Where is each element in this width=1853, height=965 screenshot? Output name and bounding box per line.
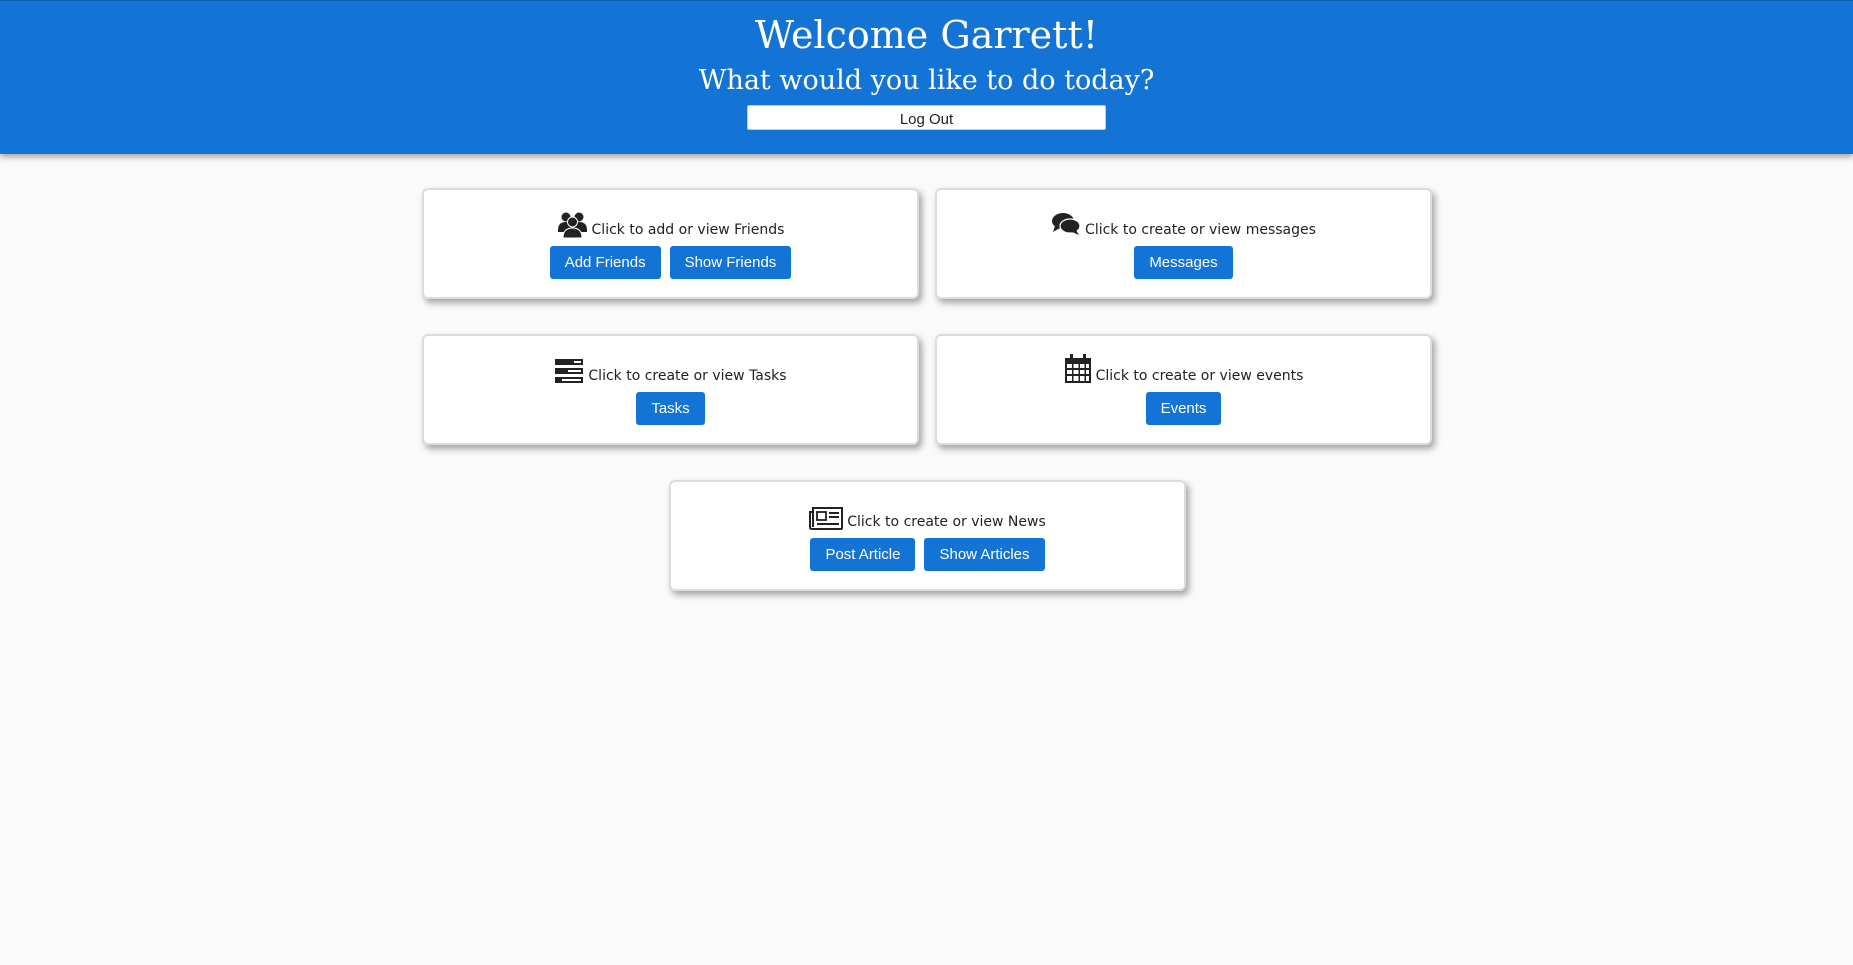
tasks-card-title: Click to create or view Tasks: [424, 354, 917, 384]
news-button-row: Post Article Show Articles: [671, 538, 1184, 571]
tasks-button[interactable]: Tasks: [636, 392, 705, 425]
welcome-heading: Welcome Garrett!: [754, 13, 1098, 57]
friends-card-text: Click to add or view Friends: [591, 222, 785, 238]
messages-card: Click to create or view messages Message…: [935, 188, 1432, 299]
messages-button[interactable]: Messages: [1134, 246, 1233, 279]
users-icon: [557, 210, 588, 238]
events-card: Click to create or view events Events: [935, 334, 1432, 445]
news-card: Click to create or view News Post Articl…: [669, 480, 1186, 591]
post-article-button[interactable]: Post Article: [810, 538, 916, 571]
calendar-icon: [1064, 354, 1092, 384]
tasks-card: Click to create or view Tasks Tasks: [422, 334, 919, 445]
messages-button-row: Messages: [937, 246, 1430, 279]
add-friends-button[interactable]: Add Friends: [549, 246, 661, 279]
events-card-text: Click to create or view events: [1095, 368, 1304, 384]
logout-button[interactable]: Log Out: [747, 105, 1106, 130]
comments-icon: [1051, 212, 1081, 238]
messages-card-text: Click to create or view messages: [1085, 222, 1316, 238]
news-card-text: Click to create or view News: [847, 514, 1046, 530]
tasks-card-text: Click to create or view Tasks: [588, 368, 787, 384]
events-button-row: Events: [937, 392, 1430, 425]
events-card-title: Click to create or view events: [937, 354, 1430, 384]
friends-button-row: Add Friends Show Friends: [424, 246, 917, 279]
header-banner: Welcome Garrett! What would you like to …: [0, 0, 1853, 154]
events-button[interactable]: Events: [1145, 392, 1222, 425]
newspaper-icon: [809, 506, 844, 530]
messages-card-title: Click to create or view messages: [937, 208, 1430, 238]
tasks-icon: [554, 358, 584, 384]
friends-card: Click to add or view Friends Add Friends…: [422, 188, 919, 299]
show-friends-button[interactable]: Show Friends: [669, 246, 792, 279]
show-articles-button[interactable]: Show Articles: [924, 538, 1045, 571]
subtitle-heading: What would you like to do today?: [698, 65, 1155, 96]
friends-card-title: Click to add or view Friends: [424, 208, 917, 238]
news-card-title: Click to create or view News: [671, 500, 1184, 530]
tasks-button-row: Tasks: [424, 392, 917, 425]
